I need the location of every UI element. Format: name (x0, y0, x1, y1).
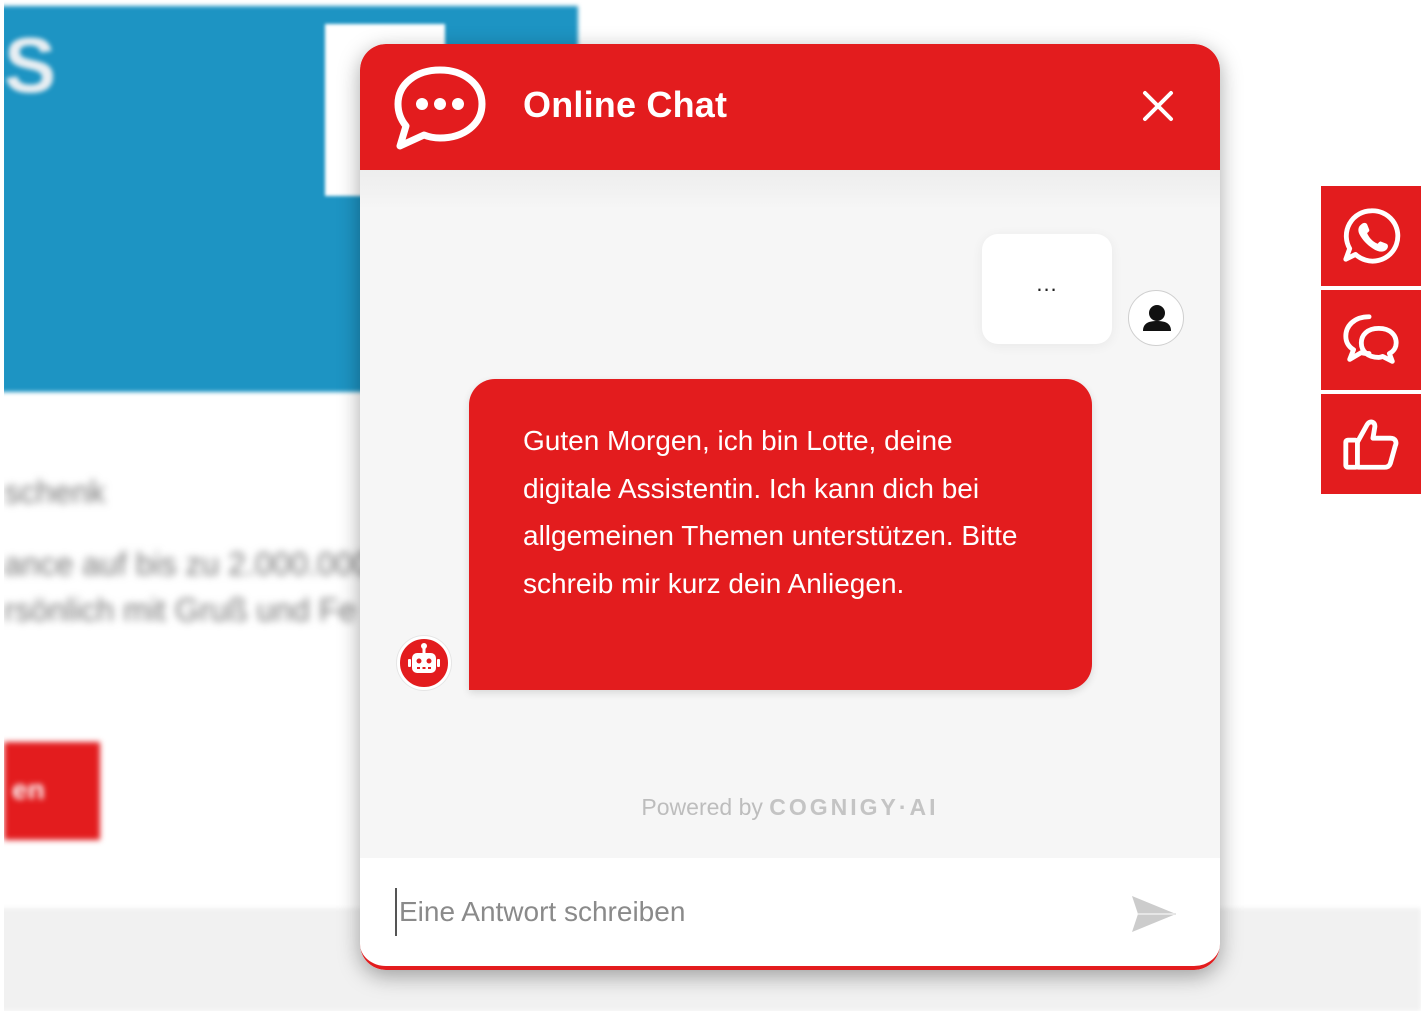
user-message-bubble: ... (982, 234, 1112, 344)
cognigy-logo[interactable]: COGNIGY·AI (769, 794, 938, 820)
message-input[interactable] (395, 888, 1115, 936)
bot-avatar (397, 636, 451, 690)
bot-message-bubble: Guten Morgen, ich bin Lotte, deine digit… (469, 379, 1092, 690)
close-icon[interactable] (1136, 84, 1180, 128)
chat-logo-icon (394, 66, 486, 150)
chat-input-bar (360, 858, 1220, 970)
bot-message-text: Guten Morgen, ich bin Lotte, deine digit… (523, 425, 1018, 599)
powered-by: Powered by COGNIGY·AI (360, 794, 1220, 821)
powered-by-label: Powered by (641, 794, 763, 820)
send-icon[interactable] (1128, 892, 1180, 936)
background-text-line: ance auf bis zu 2.000.000 (4, 546, 371, 582)
background-text-line: rsönlich mit Gruß und Fe (4, 592, 357, 628)
chat-bubbles-icon (1343, 314, 1399, 364)
user-icon (1143, 305, 1171, 331)
user-avatar (1128, 290, 1184, 346)
background-heading-letter: S (4, 21, 57, 109)
whatsapp-icon (1343, 208, 1401, 264)
chat-widget: Online Chat ... Guten Morgen, ich bin Lo… (360, 44, 1220, 970)
chat-messages: ... Guten Morgen, ich bin Lotte, deine d… (360, 170, 1220, 858)
side-contact-bar (1321, 186, 1421, 498)
rating-button[interactable] (1321, 394, 1421, 494)
chat-title: Online Chat (523, 84, 728, 125)
robot-icon (408, 643, 440, 673)
whatsapp-button[interactable] (1321, 186, 1421, 286)
page: S schenk ance auf bis zu 2.000.000 rsönl… (0, 0, 1421, 1011)
background-button-label: en (12, 774, 45, 805)
user-message-text: ... (1036, 271, 1058, 296)
background-button[interactable]: en (4, 742, 100, 840)
page-edge (0, 0, 4, 1011)
chat-header: Online Chat (360, 44, 1220, 170)
thumbs-up-icon (1343, 419, 1399, 470)
background-text-line: schenk (4, 474, 106, 510)
chat-button[interactable] (1321, 290, 1421, 390)
